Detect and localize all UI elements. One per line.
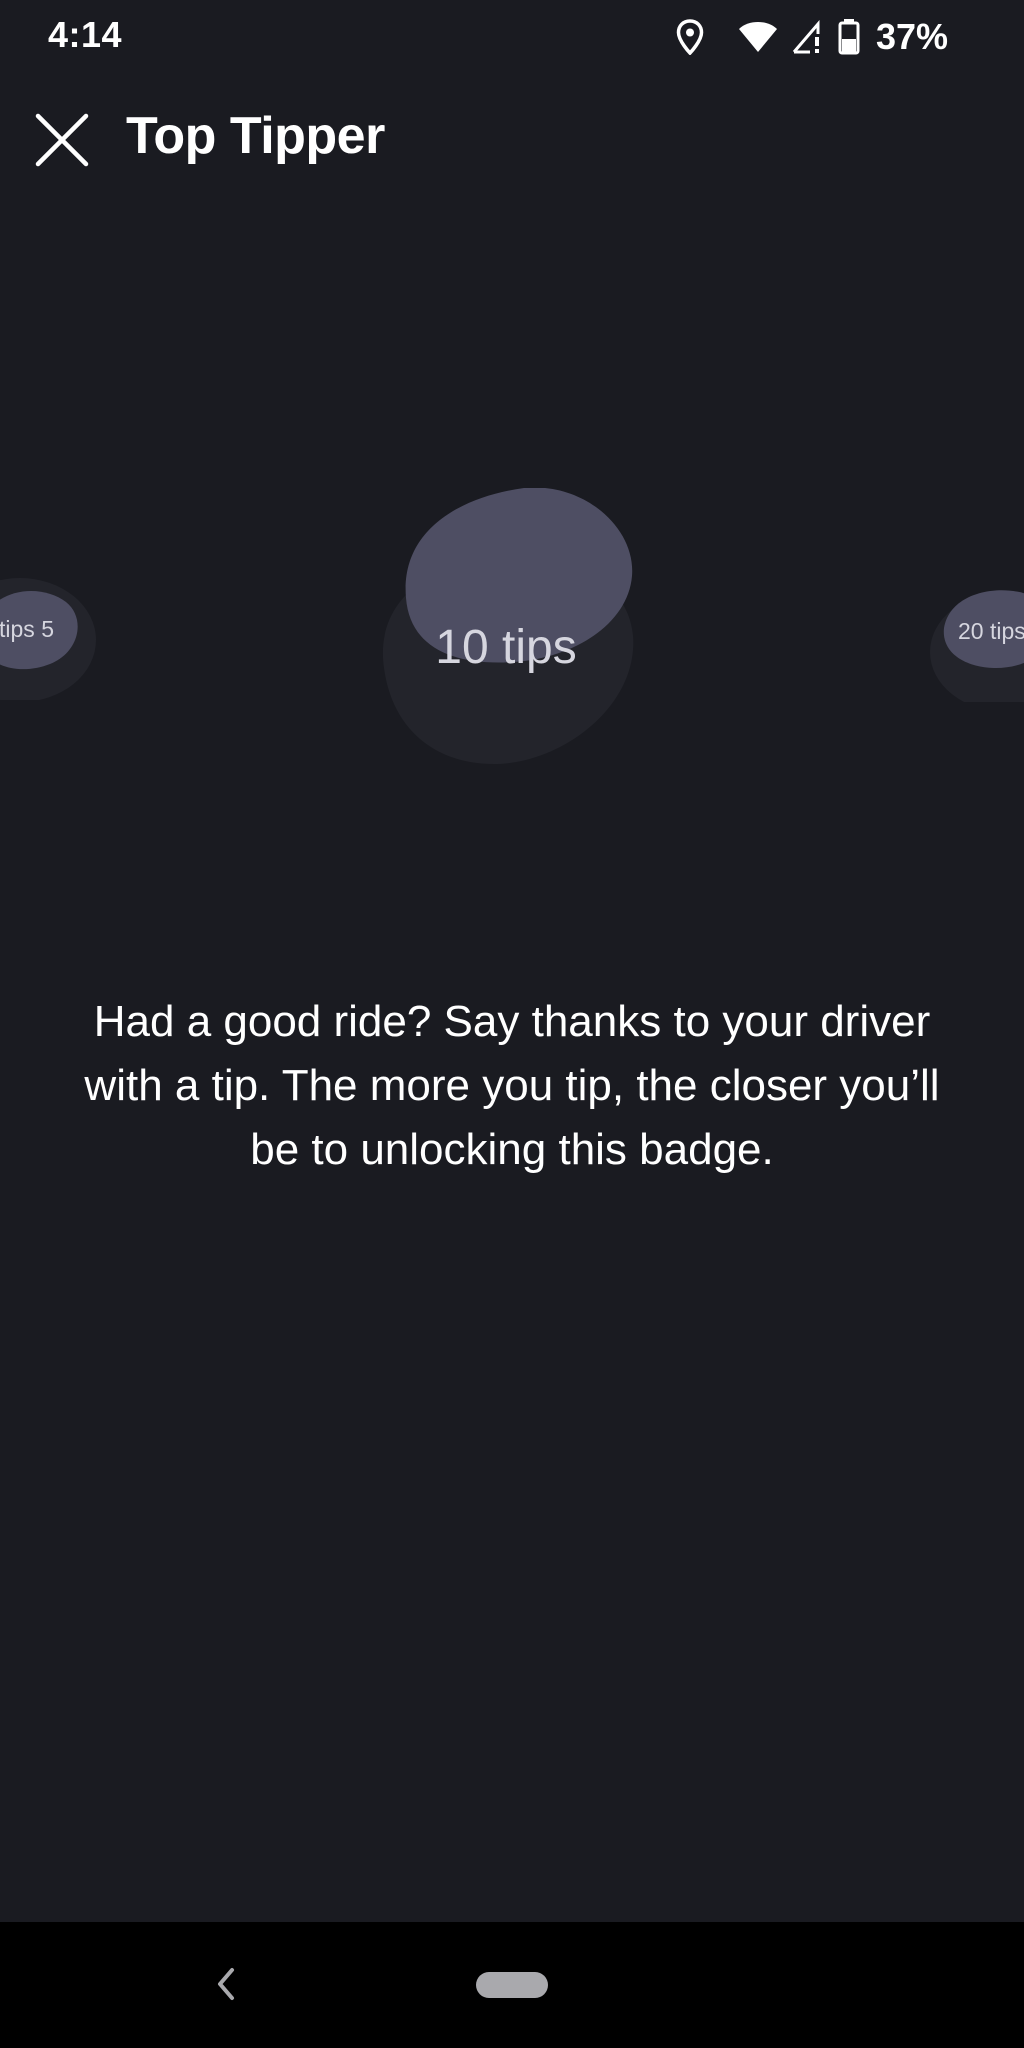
location-icon	[676, 19, 704, 55]
status-bar: 4:14 37%	[0, 0, 1024, 72]
badge-carousel[interactable]: 5 tips 10 tips 20 tips	[0, 470, 1024, 790]
screen: 4:14 37% Top Tipper 5 tips 10 tips 20 ti…	[0, 0, 1024, 2048]
page-title: Top Tipper	[126, 107, 385, 165]
wifi-icon	[738, 21, 778, 53]
badge-current[interactable]: 10 tips	[374, 488, 638, 764]
app-bar: Top Tipper	[0, 90, 1024, 186]
status-icons: 37%	[676, 16, 948, 58]
system-nav-bar	[0, 1922, 1024, 2048]
badge-next-label: 20 tips	[958, 618, 1024, 644]
badge-previous-label: 5 tips	[0, 616, 54, 642]
back-icon	[218, 1968, 234, 2000]
signal-icon	[792, 20, 824, 54]
badge-previous[interactable]: 5 tips	[0, 560, 100, 700]
battery-percent: 37%	[875, 16, 948, 57]
nav-back-button[interactable]	[206, 1954, 246, 2014]
status-time: 4:14	[48, 14, 123, 55]
battery-icon	[838, 19, 860, 55]
badge-current-label: 10 tips	[435, 621, 577, 674]
close-button[interactable]	[30, 108, 94, 172]
home-pill-icon[interactable]	[476, 1972, 548, 1998]
badge-next[interactable]: 20 tips	[926, 562, 1024, 702]
badge-description: Had a good ride? Say thanks to your driv…	[84, 997, 940, 1174]
close-icon	[35, 113, 89, 167]
